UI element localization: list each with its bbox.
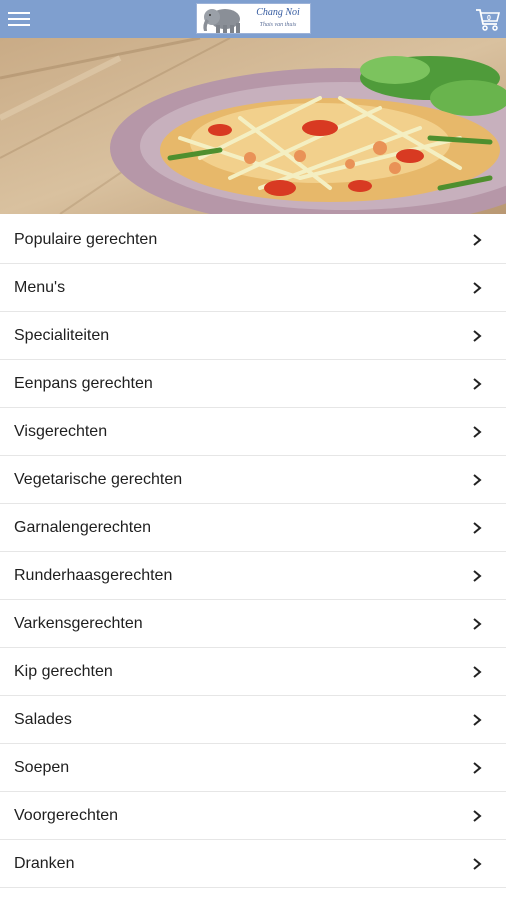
category-label: Populaire gerechten <box>14 231 158 248</box>
category-label: Vegetarische gerechten <box>14 471 183 488</box>
chevron-right-icon <box>473 474 482 486</box>
category-row[interactable]: Salades <box>0 696 506 744</box>
chevron-right-icon <box>473 618 482 630</box>
category-row[interactable]: Varkensgerechten <box>0 600 506 648</box>
chevron-right-icon <box>473 378 482 390</box>
category-label: Runderhaasgerechten <box>14 567 173 584</box>
shopping-cart-icon[interactable]: 0 <box>474 5 502 33</box>
category-row[interactable]: Specialiteiten <box>0 312 506 360</box>
chevron-right-icon <box>473 570 482 582</box>
category-row[interactable]: Visgerechten <box>0 408 506 456</box>
chevron-right-icon <box>473 858 482 870</box>
chevron-right-icon <box>473 522 482 534</box>
chevron-right-icon <box>473 810 482 822</box>
category-row[interactable]: Dranken <box>0 840 506 888</box>
elephant-icon <box>203 9 240 33</box>
category-row[interactable]: Kip gerechten <box>0 648 506 696</box>
chevron-right-icon <box>473 234 482 246</box>
category-label: Voorgerechten <box>14 807 119 824</box>
category-label: Eenpans gerechten <box>14 375 153 392</box>
cart-count-badge: 0 <box>487 15 491 22</box>
category-label: Garnalengerechten <box>14 519 151 536</box>
category-list: Populaire gerechten Menu's Specialiteiten E… <box>0 216 506 888</box>
category-row[interactable]: Populaire gerechten <box>0 216 506 264</box>
category-label: Varkensgerechten <box>14 615 143 632</box>
category-row[interactable]: Runderhaasgerechten <box>0 552 506 600</box>
restaurant-logo[interactable]: Chang Noi Thais van thuis <box>196 3 311 34</box>
logo-tagline: Thais van thuis <box>259 22 297 28</box>
category-label: Salades <box>14 711 72 728</box>
category-row[interactable]: Menu's <box>0 264 506 312</box>
category-row[interactable]: Voorgerechten <box>0 792 506 840</box>
category-label: Visgerechten <box>14 423 108 440</box>
category-row[interactable]: Garnalengerechten <box>0 504 506 552</box>
chevron-right-icon <box>473 714 482 726</box>
category-label: Soepen <box>14 759 70 776</box>
hero-food-image <box>0 38 506 214</box>
category-label: Kip gerechten <box>14 663 113 680</box>
category-row[interactable]: Vegetarische gerechten <box>0 456 506 504</box>
chevron-right-icon <box>473 330 482 342</box>
category-row[interactable]: Eenpans gerechten <box>0 360 506 408</box>
top-app-bar: Chang Noi Thais van thuis 0 <box>0 0 506 38</box>
category-label: Dranken <box>14 855 75 872</box>
hamburger-menu-icon[interactable] <box>6 8 32 30</box>
chevron-right-icon <box>473 762 482 774</box>
category-row[interactable]: Soepen <box>0 744 506 792</box>
category-label: Specialiteiten <box>14 327 110 344</box>
logo-name: Chang Noi <box>256 7 300 18</box>
chevron-right-icon <box>473 282 482 294</box>
category-label: Menu's <box>14 279 66 296</box>
chevron-right-icon <box>473 426 482 438</box>
chevron-right-icon <box>473 666 482 678</box>
